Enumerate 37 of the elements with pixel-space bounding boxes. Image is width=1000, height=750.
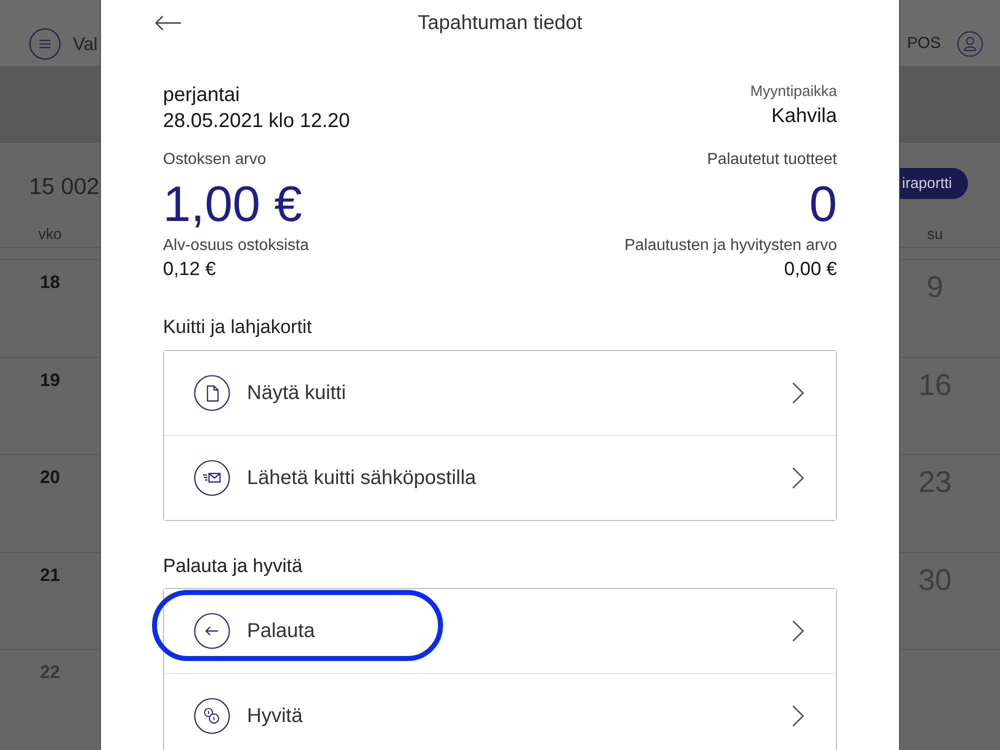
returned-items-count: 0 [809, 178, 837, 230]
purchase-value-label: Ostoksen arvo [163, 150, 266, 170]
chevron-right-icon [791, 466, 805, 490]
weekday-text: perjantai [163, 83, 240, 108]
arrow-left-icon [194, 613, 230, 649]
week-column-heading: vko [38, 226, 62, 245]
chevron-right-icon [791, 704, 805, 728]
coins-icon [194, 698, 230, 734]
purchase-value: 1,00 € [163, 178, 302, 230]
menu-label: Val [73, 33, 98, 56]
envelope-icon [194, 460, 230, 496]
returned-items-label: Palautetut tuotteet [707, 150, 837, 170]
chevron-right-icon [791, 619, 805, 643]
section-title: Palauta ja hyvitä [163, 555, 302, 579]
user-icon[interactable] [956, 30, 983, 58]
week-number: 19 [40, 368, 60, 390]
week-number: 18 [40, 271, 60, 293]
refunds-value: 0,00 € [784, 258, 837, 282]
week-number: 21 [40, 564, 60, 586]
section-title: Kuitti ja lahjakortit [163, 316, 312, 340]
sales-total: 15 002 [29, 172, 100, 201]
document-icon [194, 375, 230, 411]
sunday-column-heading: su [927, 226, 943, 245]
pos-label: POS [907, 34, 941, 54]
datetime-text: 28.05.2021 klo 12.20 [163, 109, 350, 134]
menu-icon[interactable] [29, 28, 61, 60]
dialog-title: Tapahtuman tiedot [418, 10, 582, 36]
week-number: 20 [40, 466, 60, 488]
sales-point-label: Myyntipaikka [750, 82, 837, 102]
arrow-left-icon [155, 14, 182, 30]
vat-label: Alv-osuus ostoksista [163, 236, 309, 256]
sales-point-value: Kahvila [771, 104, 837, 129]
back-button[interactable] [155, 14, 182, 30]
vat-value: 0,12 € [163, 258, 216, 282]
chevron-right-icon [791, 381, 805, 405]
refunds-label: Palautusten ja hyvitysten arvo [624, 236, 837, 256]
report-button[interactable]: iraportti [900, 168, 968, 199]
